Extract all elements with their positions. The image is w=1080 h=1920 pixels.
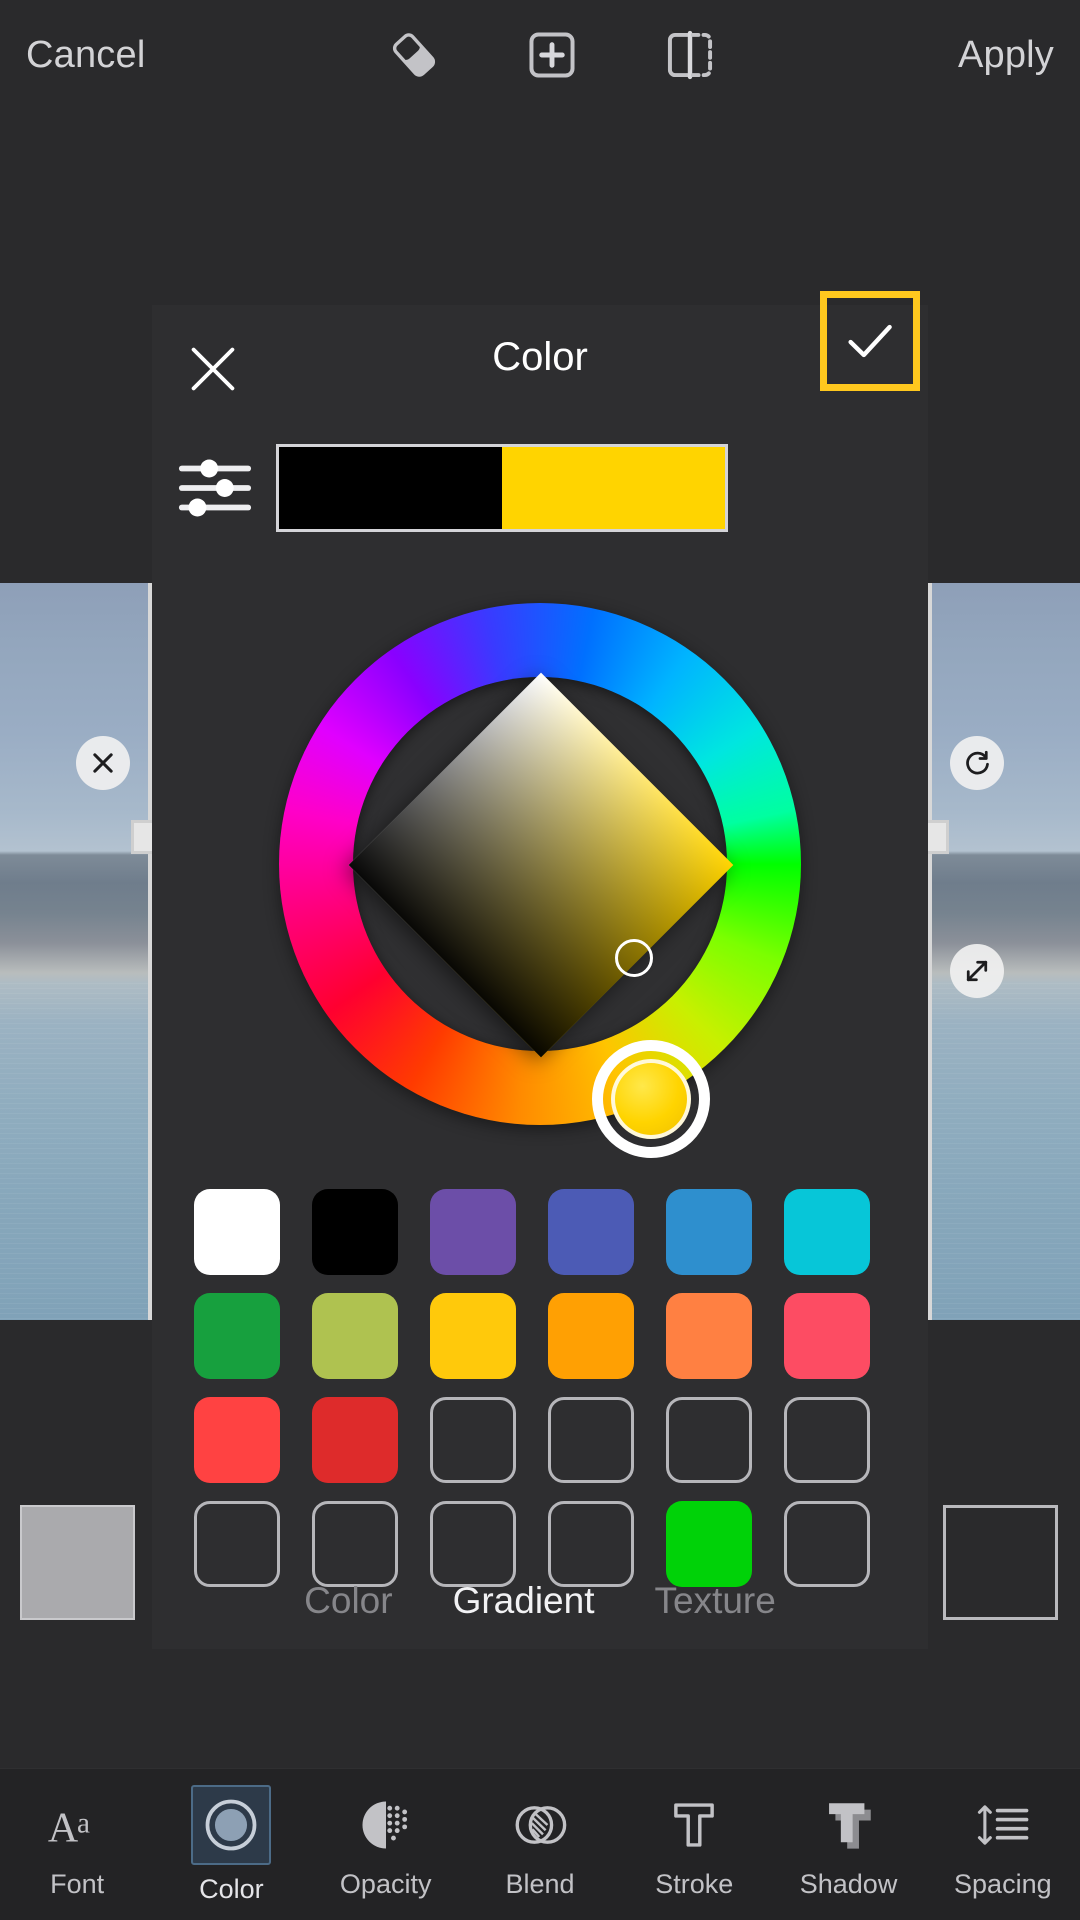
mode-tabs: Color Gradient Texture bbox=[152, 1580, 928, 1622]
svg-text:A: A bbox=[48, 1805, 78, 1851]
color-swatch[interactable] bbox=[666, 1293, 752, 1379]
color-swatch[interactable] bbox=[312, 1293, 398, 1379]
saturation-brightness-cursor[interactable] bbox=[615, 939, 653, 977]
color-swatch[interactable] bbox=[312, 1501, 398, 1587]
tool-label: Color bbox=[199, 1873, 264, 1904]
panel-title: Color bbox=[492, 335, 588, 379]
gradient-stop-b[interactable] bbox=[502, 447, 725, 529]
tool-color[interactable]: Color bbox=[154, 1769, 308, 1920]
stroke-t-icon bbox=[656, 1790, 732, 1860]
photo-layer-left[interactable] bbox=[0, 583, 150, 1320]
gradient-settings-button[interactable] bbox=[176, 453, 254, 523]
photo-image bbox=[0, 583, 150, 1320]
eraser-icon bbox=[392, 33, 435, 77]
sliders-icon bbox=[178, 459, 252, 517]
blend-circles-icon bbox=[502, 1790, 578, 1860]
color-swatch[interactable] bbox=[548, 1397, 634, 1483]
gradient-controls-row bbox=[152, 433, 928, 543]
color-swatch[interactable] bbox=[194, 1189, 280, 1275]
color-circle-icon bbox=[191, 1784, 272, 1865]
color-swatch[interactable] bbox=[194, 1501, 280, 1587]
resize-diagonal-icon bbox=[966, 960, 988, 982]
photo-image bbox=[930, 583, 1080, 1320]
line-spacing-icon bbox=[965, 1790, 1041, 1860]
color-swatch[interactable] bbox=[312, 1397, 398, 1483]
resize-handle[interactable] bbox=[950, 944, 1004, 998]
hue-cursor-dot bbox=[611, 1059, 691, 1139]
canvas-swatch-filled[interactable] bbox=[20, 1505, 135, 1620]
gradient-stop-a[interactable] bbox=[279, 447, 502, 529]
add-box-icon bbox=[529, 32, 575, 78]
mode-tab-color[interactable]: Color bbox=[304, 1580, 392, 1622]
tool-shadow[interactable]: Shadow bbox=[771, 1769, 925, 1920]
topbar-icon-group bbox=[383, 24, 721, 86]
color-swatch[interactable] bbox=[194, 1293, 280, 1379]
color-panel: Color Color Gradient Texture bbox=[152, 291, 928, 1649]
hue-cursor[interactable] bbox=[592, 1040, 710, 1158]
tool-label: Shadow bbox=[799, 1868, 898, 1899]
color-swatch[interactable] bbox=[430, 1397, 516, 1483]
svg-text:a: a bbox=[77, 1807, 90, 1839]
mirror-flip-button[interactable] bbox=[659, 24, 721, 86]
color-swatch[interactable] bbox=[784, 1293, 870, 1379]
color-swatch[interactable] bbox=[430, 1189, 516, 1275]
mode-tab-gradient[interactable]: Gradient bbox=[453, 1580, 595, 1622]
font-aa-icon: Aa bbox=[39, 1790, 115, 1860]
cancel-button[interactable]: Cancel bbox=[0, 34, 172, 77]
selection-edge-right bbox=[928, 583, 932, 1320]
color-panel-header: Color bbox=[152, 291, 928, 427]
gradient-preview[interactable] bbox=[276, 444, 728, 532]
mode-tab-texture[interactable]: Texture bbox=[655, 1580, 776, 1622]
color-swatch[interactable] bbox=[666, 1189, 752, 1275]
color-swatch[interactable] bbox=[194, 1397, 280, 1483]
color-swatch[interactable] bbox=[430, 1501, 516, 1587]
tool-spacing[interactable]: Spacing bbox=[926, 1769, 1080, 1920]
photo-layer-right[interactable] bbox=[930, 583, 1080, 1320]
rotate-icon bbox=[966, 750, 989, 775]
eraser-button[interactable] bbox=[383, 24, 445, 86]
color-swatch[interactable] bbox=[784, 1397, 870, 1483]
color-wheel[interactable] bbox=[230, 553, 850, 1175]
color-swatch[interactable] bbox=[548, 1189, 634, 1275]
apply-button[interactable]: Apply bbox=[932, 34, 1080, 77]
swatch-grid bbox=[194, 1189, 886, 1587]
checkmark-icon bbox=[848, 324, 892, 358]
panel-confirm-button[interactable] bbox=[820, 291, 920, 391]
opacity-halftone-icon bbox=[348, 1790, 424, 1860]
tool-label: Spacing bbox=[954, 1868, 1052, 1899]
mirror-flip-icon bbox=[667, 30, 712, 80]
delete-handle[interactable] bbox=[76, 736, 130, 790]
color-swatch[interactable] bbox=[784, 1189, 870, 1275]
tool-label: Font bbox=[50, 1868, 105, 1899]
close-icon bbox=[93, 753, 113, 773]
rotate-handle[interactable] bbox=[950, 736, 1004, 790]
shadow-t-icon bbox=[811, 1790, 887, 1860]
color-swatch[interactable] bbox=[548, 1501, 634, 1587]
tool-stroke[interactable]: Stroke bbox=[617, 1769, 771, 1920]
tool-opacity[interactable]: Opacity bbox=[309, 1769, 463, 1920]
tool-label: Opacity bbox=[339, 1868, 432, 1899]
tool-blend[interactable]: Blend bbox=[463, 1769, 617, 1920]
color-swatch[interactable] bbox=[666, 1501, 752, 1587]
color-swatch[interactable] bbox=[784, 1501, 870, 1587]
color-swatch[interactable] bbox=[666, 1397, 752, 1483]
canvas-swatch-outlined[interactable] bbox=[943, 1505, 1058, 1620]
tool-font[interactable]: Aa Font bbox=[0, 1769, 154, 1920]
tool-label: Stroke bbox=[655, 1868, 734, 1899]
top-toolbar: Cancel Apply bbox=[0, 0, 1080, 110]
tool-label: Blend bbox=[505, 1868, 575, 1899]
color-swatch[interactable] bbox=[430, 1293, 516, 1379]
color-swatch[interactable] bbox=[548, 1293, 634, 1379]
color-swatch[interactable] bbox=[312, 1189, 398, 1275]
add-button[interactable] bbox=[521, 24, 583, 86]
bottom-toolbar: Aa Font Color Opacity Blend Stroke Shadow Spaci… bbox=[0, 1768, 1080, 1920]
